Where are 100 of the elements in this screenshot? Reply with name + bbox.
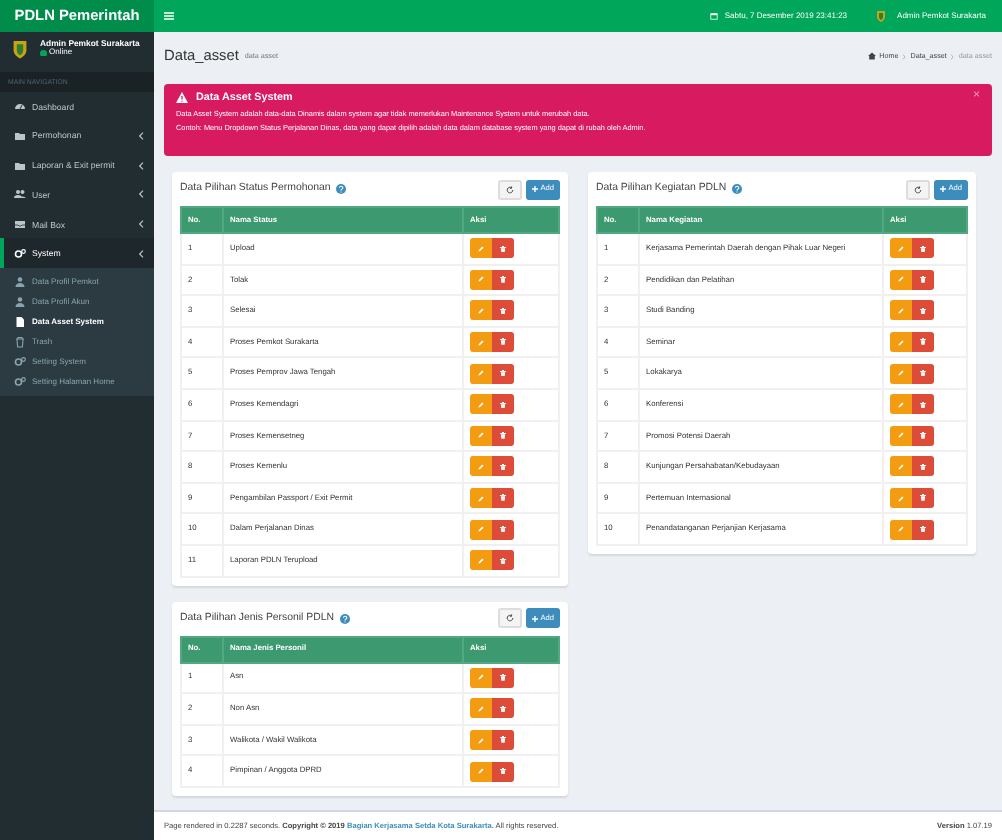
trash-icon	[920, 307, 926, 315]
pencil-icon	[478, 276, 484, 283]
delete-button[interactable]	[492, 761, 514, 782]
refresh-icon	[506, 185, 515, 193]
delete-button[interactable]	[492, 730, 514, 751]
edit-button[interactable]	[890, 363, 912, 384]
help-icon	[339, 613, 350, 624]
pencil-icon	[478, 339, 484, 346]
edit-button[interactable]	[890, 394, 912, 415]
edit-button[interactable]	[890, 300, 912, 321]
delete-button[interactable]	[492, 300, 514, 321]
trash-icon	[920, 245, 926, 252]
delete-button[interactable]	[912, 269, 934, 290]
pencil-icon	[478, 737, 484, 744]
pencil-icon	[898, 339, 904, 346]
pencil-icon	[898, 307, 904, 314]
user-icon	[14, 276, 26, 289]
pencil-icon	[478, 674, 484, 681]
delete-button[interactable]	[492, 550, 514, 571]
delete-button[interactable]	[912, 238, 934, 259]
delete-button[interactable]	[492, 519, 514, 540]
delete-button[interactable]	[492, 456, 514, 477]
trash-icon	[500, 767, 506, 775]
trash-icon	[14, 336, 26, 349]
edit-button[interactable]	[890, 456, 912, 477]
edit-button[interactable]	[470, 667, 492, 688]
pencil-icon	[898, 370, 904, 377]
pencil-icon	[478, 495, 484, 502]
delete-button[interactable]	[912, 300, 934, 321]
menu-toggle[interactable]	[164, 12, 174, 20]
delete-button[interactable]	[492, 269, 514, 290]
delete-button[interactable]	[492, 332, 514, 353]
edit-button[interactable]	[470, 238, 492, 259]
edit-button[interactable]	[470, 425, 492, 446]
trash-icon	[500, 525, 506, 533]
edit-button[interactable]	[470, 550, 492, 571]
delete-button[interactable]	[912, 488, 934, 509]
trash-icon	[920, 494, 926, 502]
edit-button[interactable]	[470, 394, 492, 415]
refresh-button[interactable]	[498, 608, 523, 629]
shield-icon	[12, 38, 28, 60]
delete-button[interactable]	[912, 394, 934, 415]
edit-button[interactable]	[890, 238, 912, 259]
trash-icon	[500, 338, 506, 346]
edit-button[interactable]	[890, 488, 912, 509]
edit-button[interactable]	[470, 269, 492, 290]
edit-button[interactable]	[470, 761, 492, 782]
edit-button[interactable]	[470, 488, 492, 509]
caret-icon	[138, 132, 144, 141]
inbox-icon	[14, 218, 26, 231]
trash-icon	[500, 705, 506, 713]
pencil-icon	[478, 432, 484, 439]
pencil-icon	[478, 245, 484, 252]
delete-button[interactable]	[912, 456, 934, 477]
edit-button[interactable]	[890, 425, 912, 446]
delete-button[interactable]	[492, 238, 514, 259]
pencil-icon	[898, 432, 904, 439]
delete-button[interactable]	[912, 519, 934, 540]
refresh-button[interactable]	[498, 179, 523, 199]
edit-button[interactable]	[470, 363, 492, 384]
edit-button[interactable]	[470, 730, 492, 751]
pencil-icon	[898, 526, 904, 533]
plus-icon	[532, 186, 539, 192]
delete-button[interactable]	[912, 363, 934, 384]
pencil-icon	[478, 401, 484, 408]
help-icon	[336, 184, 347, 194]
trash-icon	[920, 525, 926, 533]
user-icon	[14, 296, 26, 309]
calendar-icon	[710, 12, 719, 20]
delete-button[interactable]	[492, 667, 514, 688]
pencil-icon	[898, 276, 904, 283]
edit-button[interactable]	[890, 519, 912, 540]
delete-button[interactable]	[912, 332, 934, 353]
trash-icon	[500, 557, 506, 564]
delete-button[interactable]	[492, 363, 514, 384]
trash-icon	[500, 736, 506, 744]
trash-icon	[500, 463, 506, 471]
edit-button[interactable]	[470, 300, 492, 321]
plus-icon	[532, 615, 539, 622]
delete-button[interactable]	[492, 488, 514, 509]
delete-button[interactable]	[492, 394, 514, 415]
delete-button[interactable]	[492, 425, 514, 446]
refresh-button[interactable]	[906, 179, 931, 199]
trash-icon	[920, 432, 926, 440]
edit-button[interactable]	[890, 332, 912, 353]
gears-icon	[14, 356, 26, 369]
edit-button[interactable]	[470, 456, 492, 477]
caret-icon	[138, 249, 144, 258]
edit-button[interactable]	[470, 698, 492, 719]
edit-button[interactable]	[470, 519, 492, 540]
delete-button[interactable]	[912, 425, 934, 446]
pencil-icon	[478, 557, 484, 564]
edit-button[interactable]	[890, 269, 912, 290]
trash-icon	[920, 463, 926, 471]
delete-button[interactable]	[492, 698, 514, 719]
edit-button[interactable]	[470, 332, 492, 353]
trash-icon	[500, 276, 506, 284]
trash-icon	[920, 401, 926, 408]
caret-icon	[138, 220, 144, 229]
pencil-icon	[898, 401, 904, 408]
